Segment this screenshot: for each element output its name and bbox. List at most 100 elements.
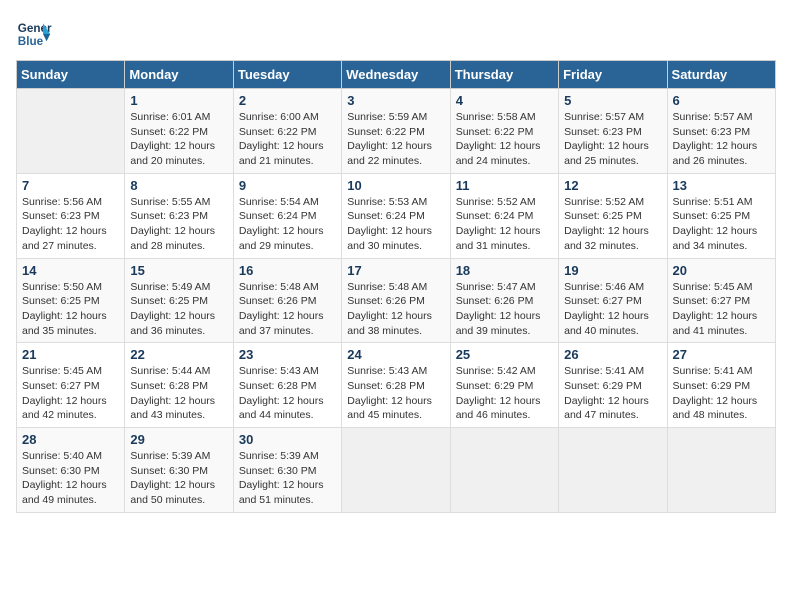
day-number: 8 [130, 178, 227, 193]
calendar-cell: 12 Sunrise: 5:52 AM Sunset: 6:25 PM Dayli… [559, 173, 667, 258]
day-of-week-header: Thursday [450, 61, 558, 89]
calendar-cell: 21 Sunrise: 5:45 AM Sunset: 6:27 PM Dayli… [17, 343, 125, 428]
day-of-week-header: Tuesday [233, 61, 341, 89]
day-info: Sunrise: 5:45 AM Sunset: 6:27 PM Dayligh… [22, 364, 119, 423]
calendar-cell: 1 Sunrise: 6:01 AM Sunset: 6:22 PM Daylig… [125, 89, 233, 174]
calendar-cell: 25 Sunrise: 5:42 AM Sunset: 6:29 PM Dayli… [450, 343, 558, 428]
calendar-table: SundayMondayTuesdayWednesdayThursdayFrid… [16, 60, 776, 513]
calendar-cell: 19 Sunrise: 5:46 AM Sunset: 6:27 PM Dayli… [559, 258, 667, 343]
day-of-week-header: Wednesday [342, 61, 450, 89]
calendar-cell: 10 Sunrise: 5:53 AM Sunset: 6:24 PM Dayli… [342, 173, 450, 258]
calendar-cell: 30 Sunrise: 5:39 AM Sunset: 6:30 PM Dayli… [233, 428, 341, 513]
calendar-cell: 5Sunrise: 5:57 AM Sunset: 6:23 PM Daylig… [559, 89, 667, 174]
calendar-cell: 15 Sunrise: 5:49 AM Sunset: 6:25 PM Dayli… [125, 258, 233, 343]
day-number: 25 [456, 347, 553, 362]
calendar-cell: 8 Sunrise: 5:55 AM Sunset: 6:23 PM Daylig… [125, 173, 233, 258]
day-number: 30 [239, 432, 336, 447]
day-of-week-header: Friday [559, 61, 667, 89]
calendar-cell: 13Sunrise: 5:51 AM Sunset: 6:25 PM Dayli… [667, 173, 775, 258]
day-info: Sunrise: 5:43 AM Sunset: 6:28 PM Dayligh… [239, 364, 336, 423]
logo-icon: General Blue [16, 16, 52, 52]
day-info: Sunrise: 5:39 AM Sunset: 6:30 PM Dayligh… [239, 449, 336, 508]
day-of-week-header: Sunday [17, 61, 125, 89]
day-number: 4 [456, 93, 553, 108]
day-info: Sunrise: 5:49 AM Sunset: 6:25 PM Dayligh… [130, 280, 227, 339]
day-number: 18 [456, 263, 553, 278]
calendar-cell: 3 Sunrise: 5:59 AM Sunset: 6:22 PM Daylig… [342, 89, 450, 174]
calendar-week-row: 14 Sunrise: 5:50 AM Sunset: 6:25 PM Dayli… [17, 258, 776, 343]
calendar-cell [17, 89, 125, 174]
day-info: Sunrise: 5:59 AM Sunset: 6:22 PM Dayligh… [347, 110, 444, 169]
day-info: Sunrise: 5:57 AM Sunset: 6:23 PM Dayligh… [673, 110, 770, 169]
day-number: 17 [347, 263, 444, 278]
day-number: 24 [347, 347, 444, 362]
day-info: Sunrise: 5:40 AM Sunset: 6:30 PM Dayligh… [22, 449, 119, 508]
calendar-week-row: 7 Sunrise: 5:56 AM Sunset: 6:23 PM Daylig… [17, 173, 776, 258]
calendar-cell: 28 Sunrise: 5:40 AM Sunset: 6:30 PM Dayli… [17, 428, 125, 513]
day-number: 7 [22, 178, 119, 193]
day-info: Sunrise: 5:57 AM Sunset: 6:23 PM Dayligh… [564, 110, 661, 169]
svg-text:Blue: Blue [18, 35, 44, 48]
day-number: 19 [564, 263, 661, 278]
day-info: Sunrise: 5:44 AM Sunset: 6:28 PM Dayligh… [130, 364, 227, 423]
day-info: Sunrise: 5:41 AM Sunset: 6:29 PM Dayligh… [673, 364, 770, 423]
day-of-week-header: Saturday [667, 61, 775, 89]
day-number: 9 [239, 178, 336, 193]
calendar-cell: 14 Sunrise: 5:50 AM Sunset: 6:25 PM Dayli… [17, 258, 125, 343]
day-info: Sunrise: 5:48 AM Sunset: 6:26 PM Dayligh… [347, 280, 444, 339]
day-info: Sunrise: 5:52 AM Sunset: 6:24 PM Dayligh… [456, 195, 553, 254]
calendar-cell: 11 Sunrise: 5:52 AM Sunset: 6:24 PM Dayli… [450, 173, 558, 258]
page-header: General Blue [16, 16, 776, 52]
day-number: 20 [673, 263, 770, 278]
day-number: 26 [564, 347, 661, 362]
calendar-cell: 17 Sunrise: 5:48 AM Sunset: 6:26 PM Dayli… [342, 258, 450, 343]
day-number: 14 [22, 263, 119, 278]
day-number: 3 [347, 93, 444, 108]
day-number: 10 [347, 178, 444, 193]
day-number: 29 [130, 432, 227, 447]
day-number: 27 [673, 347, 770, 362]
calendar-cell: 7 Sunrise: 5:56 AM Sunset: 6:23 PM Daylig… [17, 173, 125, 258]
calendar-cell [342, 428, 450, 513]
day-number: 13 [673, 178, 770, 193]
calendar-cell: 27 Sunrise: 5:41 AM Sunset: 6:29 PM Dayli… [667, 343, 775, 428]
day-info: Sunrise: 5:46 AM Sunset: 6:27 PM Dayligh… [564, 280, 661, 339]
day-number: 2 [239, 93, 336, 108]
day-number: 15 [130, 263, 227, 278]
calendar-cell: 24 Sunrise: 5:43 AM Sunset: 6:28 PM Dayli… [342, 343, 450, 428]
day-info: Sunrise: 5:43 AM Sunset: 6:28 PM Dayligh… [347, 364, 444, 423]
calendar-cell: 23Sunrise: 5:43 AM Sunset: 6:28 PM Dayli… [233, 343, 341, 428]
day-info: Sunrise: 5:50 AM Sunset: 6:25 PM Dayligh… [22, 280, 119, 339]
calendar-week-row: 1 Sunrise: 6:01 AM Sunset: 6:22 PM Daylig… [17, 89, 776, 174]
calendar-cell: 22 Sunrise: 5:44 AM Sunset: 6:28 PM Dayli… [125, 343, 233, 428]
day-number: 1 [130, 93, 227, 108]
calendar-cell: 6 Sunrise: 5:57 AM Sunset: 6:23 PM Daylig… [667, 89, 775, 174]
day-number: 12 [564, 178, 661, 193]
day-info: Sunrise: 6:01 AM Sunset: 6:22 PM Dayligh… [130, 110, 227, 169]
calendar-cell: 2 Sunrise: 6:00 AM Sunset: 6:22 PM Daylig… [233, 89, 341, 174]
calendar-cell: 4 Sunrise: 5:58 AM Sunset: 6:22 PM Daylig… [450, 89, 558, 174]
day-info: Sunrise: 5:47 AM Sunset: 6:26 PM Dayligh… [456, 280, 553, 339]
header-row: SundayMondayTuesdayWednesdayThursdayFrid… [17, 61, 776, 89]
calendar-cell [559, 428, 667, 513]
calendar-cell: 16Sunrise: 5:48 AM Sunset: 6:26 PM Dayli… [233, 258, 341, 343]
day-info: Sunrise: 5:53 AM Sunset: 6:24 PM Dayligh… [347, 195, 444, 254]
calendar-cell [450, 428, 558, 513]
day-number: 11 [456, 178, 553, 193]
day-info: Sunrise: 5:42 AM Sunset: 6:29 PM Dayligh… [456, 364, 553, 423]
day-info: Sunrise: 5:39 AM Sunset: 6:30 PM Dayligh… [130, 449, 227, 508]
day-number: 6 [673, 93, 770, 108]
calendar-week-row: 21 Sunrise: 5:45 AM Sunset: 6:27 PM Dayli… [17, 343, 776, 428]
calendar-week-row: 28 Sunrise: 5:40 AM Sunset: 6:30 PM Dayli… [17, 428, 776, 513]
day-number: 21 [22, 347, 119, 362]
day-number: 22 [130, 347, 227, 362]
day-number: 28 [22, 432, 119, 447]
day-info: Sunrise: 5:48 AM Sunset: 6:26 PM Dayligh… [239, 280, 336, 339]
logo: General Blue [16, 16, 52, 52]
day-info: Sunrise: 5:52 AM Sunset: 6:25 PM Dayligh… [564, 195, 661, 254]
day-info: Sunrise: 5:58 AM Sunset: 6:22 PM Dayligh… [456, 110, 553, 169]
day-info: Sunrise: 5:56 AM Sunset: 6:23 PM Dayligh… [22, 195, 119, 254]
day-info: Sunrise: 6:00 AM Sunset: 6:22 PM Dayligh… [239, 110, 336, 169]
day-info: Sunrise: 5:54 AM Sunset: 6:24 PM Dayligh… [239, 195, 336, 254]
day-info: Sunrise: 5:55 AM Sunset: 6:23 PM Dayligh… [130, 195, 227, 254]
